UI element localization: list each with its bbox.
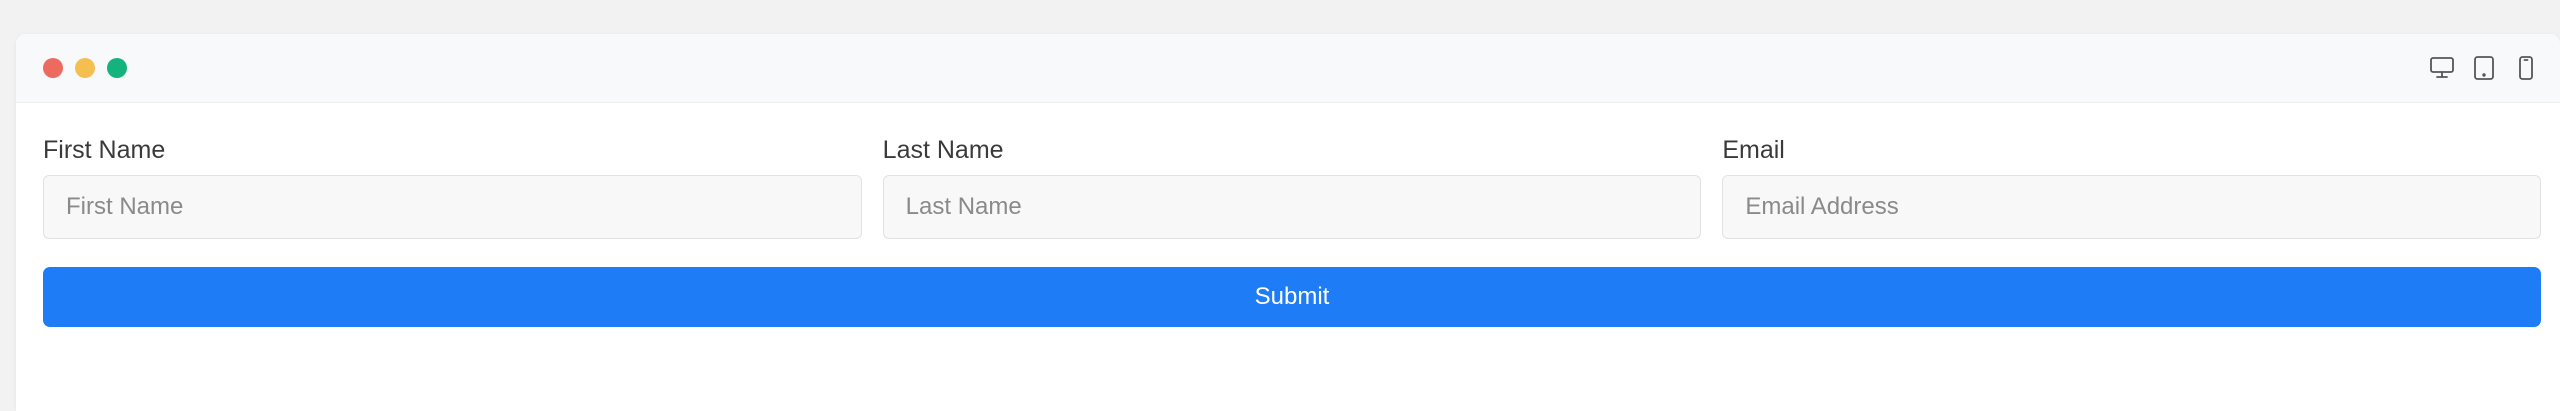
maximize-window-button[interactable] — [107, 58, 127, 78]
email-field-group: Email — [1722, 134, 2542, 239]
tablet-icon[interactable] — [2470, 54, 2498, 82]
first-name-field-group: First Name — [43, 134, 862, 239]
mobile-icon[interactable] — [2512, 54, 2540, 82]
close-window-button[interactable] — [43, 58, 63, 78]
minimize-window-button[interactable] — [75, 58, 95, 78]
device-preview-toolbar — [2428, 48, 2540, 88]
email-label: Email — [1722, 136, 1785, 164]
email-input[interactable] — [1722, 175, 2542, 239]
first-name-input[interactable] — [43, 175, 862, 239]
last-name-label: Last Name — [882, 136, 1004, 164]
signup-form: First Name Last Name Email Submit — [43, 134, 2542, 327]
desktop-icon[interactable] — [2428, 54, 2456, 82]
submit-button[interactable]: Submit — [43, 267, 2541, 327]
browser-window: First Name Last Name Email Submit — [16, 34, 2560, 411]
first-name-label: First Name — [43, 136, 166, 164]
form-fields-row: First Name Last Name Email — [43, 134, 2542, 239]
last-name-field-group: Last Name — [882, 134, 1702, 239]
window-titlebar — [16, 34, 2560, 103]
last-name-input[interactable] — [882, 175, 1702, 239]
